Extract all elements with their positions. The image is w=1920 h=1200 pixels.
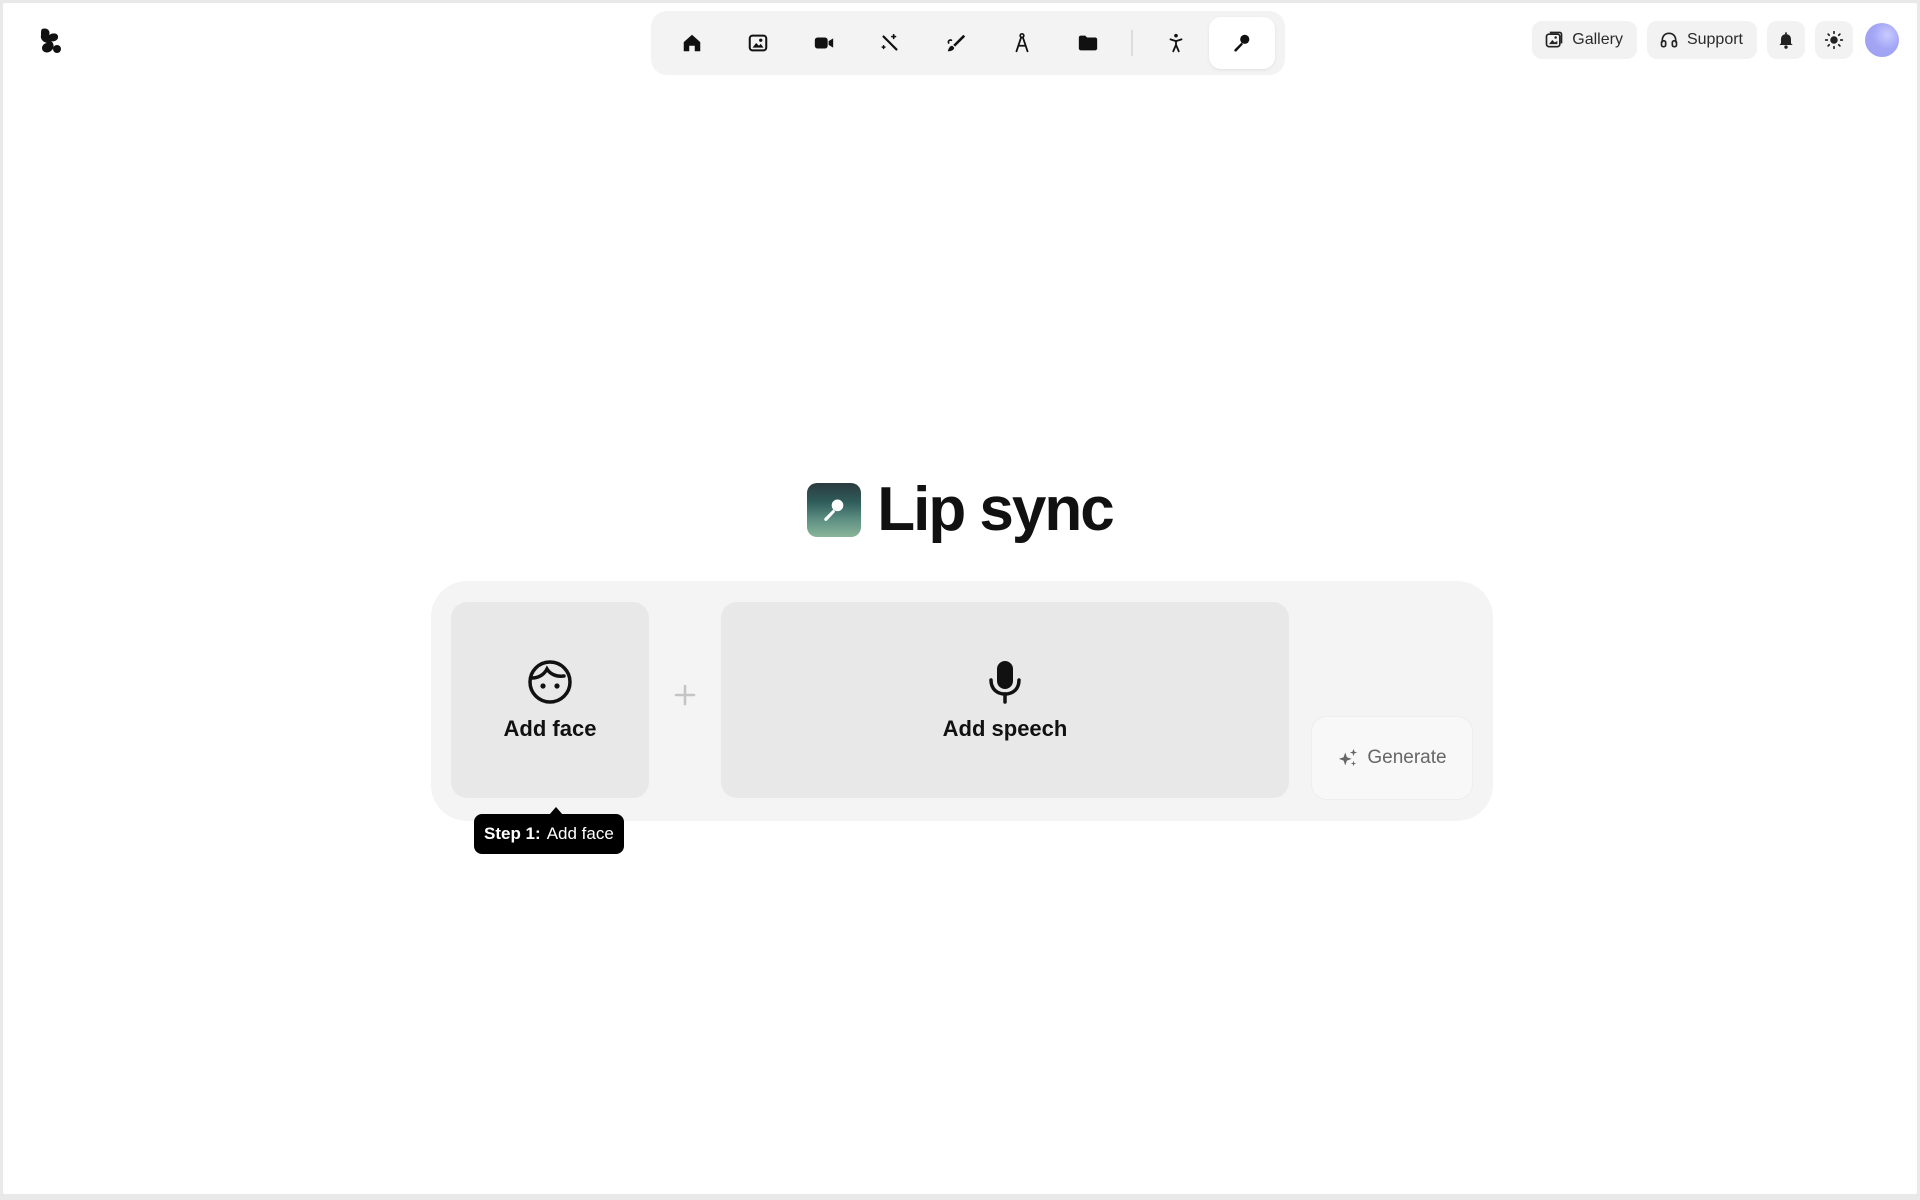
video-camera-icon — [814, 37, 834, 49]
microphone-icon — [1234, 34, 1250, 52]
add-face-label: Add face — [503, 716, 597, 741]
plus-icon — [671, 681, 699, 709]
bell-icon — [1779, 32, 1793, 49]
person-icon — [1169, 33, 1183, 53]
generate-label: Generate — [1367, 747, 1447, 768]
gallery-icon — [1545, 31, 1563, 48]
sparkles-icon — [1339, 748, 1358, 767]
step-tooltip: Step 1: Add face — [474, 807, 624, 854]
enhance-tool-button[interactable] — [857, 17, 923, 69]
image-tool-button[interactable] — [725, 17, 791, 69]
gallery-button[interactable]: Gallery — [1532, 21, 1637, 59]
compass-icon — [1015, 33, 1029, 53]
toolbar-divider — [1131, 30, 1133, 56]
tooltip-step: Step 1: — [484, 824, 541, 843]
app-logo-icon[interactable] — [39, 27, 65, 55]
support-button[interactable]: Support — [1646, 21, 1757, 59]
video-tool-button[interactable] — [791, 17, 857, 69]
lip-sync-panel: Add face Add speech Generate — [431, 581, 1493, 821]
page-header: Lip sync — [3, 479, 1917, 541]
gallery-label: Gallery — [1572, 31, 1623, 48]
app-window: Gallery Support Lip sync Add face Add sp… — [3, 3, 1917, 1194]
brush-icon — [947, 34, 966, 52]
user-avatar[interactable] — [1865, 23, 1899, 57]
tooltip-action: Add face — [546, 824, 614, 843]
motion-tool-button[interactable] — [1143, 17, 1209, 69]
headphones-icon — [1660, 32, 1678, 48]
assets-tool-button[interactable] — [1055, 17, 1121, 69]
home-icon — [683, 34, 701, 52]
folder-icon — [1078, 35, 1098, 51]
main-toolbar — [651, 11, 1285, 75]
page-title: Lip sync — [877, 475, 1115, 544]
lip-sync-app-icon — [807, 483, 862, 537]
theme-toggle-button[interactable] — [1815, 21, 1853, 59]
header-controls: Gallery Support — [1532, 21, 1899, 59]
sun-icon — [1824, 30, 1844, 50]
microphone-icon — [989, 661, 1021, 704]
notifications-button[interactable] — [1767, 21, 1805, 59]
magic-wand-icon — [881, 33, 898, 51]
home-tool-button[interactable] — [659, 17, 725, 69]
generate-button[interactable]: Generate — [1311, 716, 1473, 800]
edit-tool-button[interactable] — [923, 17, 989, 69]
lip-sync-tool-button[interactable] — [1209, 17, 1275, 69]
canvas-tool-button[interactable] — [989, 17, 1055, 69]
add-face-card[interactable]: Add face — [451, 602, 649, 798]
face-icon — [528, 660, 572, 704]
add-speech-label: Add speech — [942, 716, 1068, 741]
image-icon — [748, 34, 768, 52]
support-label: Support — [1686, 31, 1743, 48]
add-speech-card[interactable]: Add speech — [721, 602, 1289, 798]
